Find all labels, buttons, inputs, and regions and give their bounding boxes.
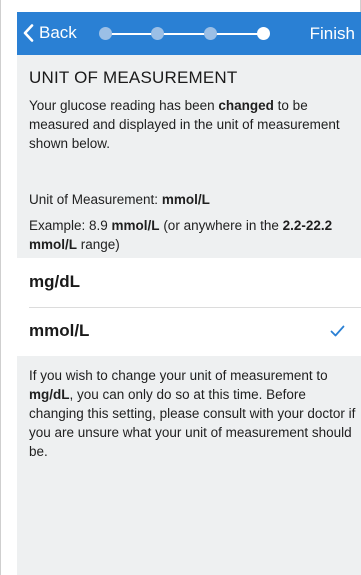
unit-of-measurement-line: Unit of Measurement: mmol/L (29, 192, 210, 207)
unit-value: mmol/L (161, 192, 210, 207)
finish-button[interactable]: Finish (310, 24, 355, 44)
example-middle: (or anywhere in the (159, 218, 283, 233)
stepper-line (105, 33, 264, 35)
step-dot-current (257, 27, 270, 40)
step-dot-3 (204, 27, 217, 40)
chevron-left-icon (23, 24, 34, 42)
footnote-end: , you can only do so at this time. Befor… (29, 387, 356, 459)
example-text: Example: 8.9 mmol/L (or anywhere in the … (29, 216, 355, 254)
change-warning-text: If you wish to change your unit of measu… (29, 366, 359, 461)
unit-label: Unit of Measurement: (29, 192, 162, 207)
option-mmol-l[interactable]: mmol/L (17, 307, 361, 356)
app-screen: Back Finish UNIT OF MEASUREMENT Your glu… (17, 12, 361, 575)
back-label: Back (39, 23, 77, 42)
unit-options-list: mg/dL mmol/L (17, 258, 361, 356)
back-button[interactable]: Back (23, 23, 77, 43)
step-dot-1 (99, 27, 112, 40)
step-dot-2 (151, 27, 164, 40)
option-mg-dl[interactable]: mg/dL (17, 258, 361, 308)
navigation-bar: Back Finish (17, 12, 361, 55)
device-frame: Back Finish UNIT OF MEASUREMENT Your glu… (0, 0, 361, 575)
option-label: mg/dL (29, 272, 80, 291)
checkmark-icon (330, 325, 345, 337)
intro-text-bold: changed (218, 98, 274, 113)
example-end: range) (77, 237, 120, 252)
progress-stepper (99, 27, 270, 41)
section-title: UNIT OF MEASUREMENT (29, 68, 238, 87)
example-start: Example: 8.9 (29, 218, 112, 233)
footnote-start: If you wish to change your unit of measu… (29, 368, 328, 383)
footnote-unit: mg/dL (29, 387, 70, 402)
example-unit: mmol/L (111, 218, 160, 233)
intro-section: UNIT OF MEASUREMENT Your glucose reading… (29, 68, 355, 153)
intro-text-start: Your glucose reading has been (29, 98, 219, 113)
option-label: mmol/L (29, 321, 90, 340)
intro-text: Your glucose reading has been changed to… (29, 96, 355, 153)
